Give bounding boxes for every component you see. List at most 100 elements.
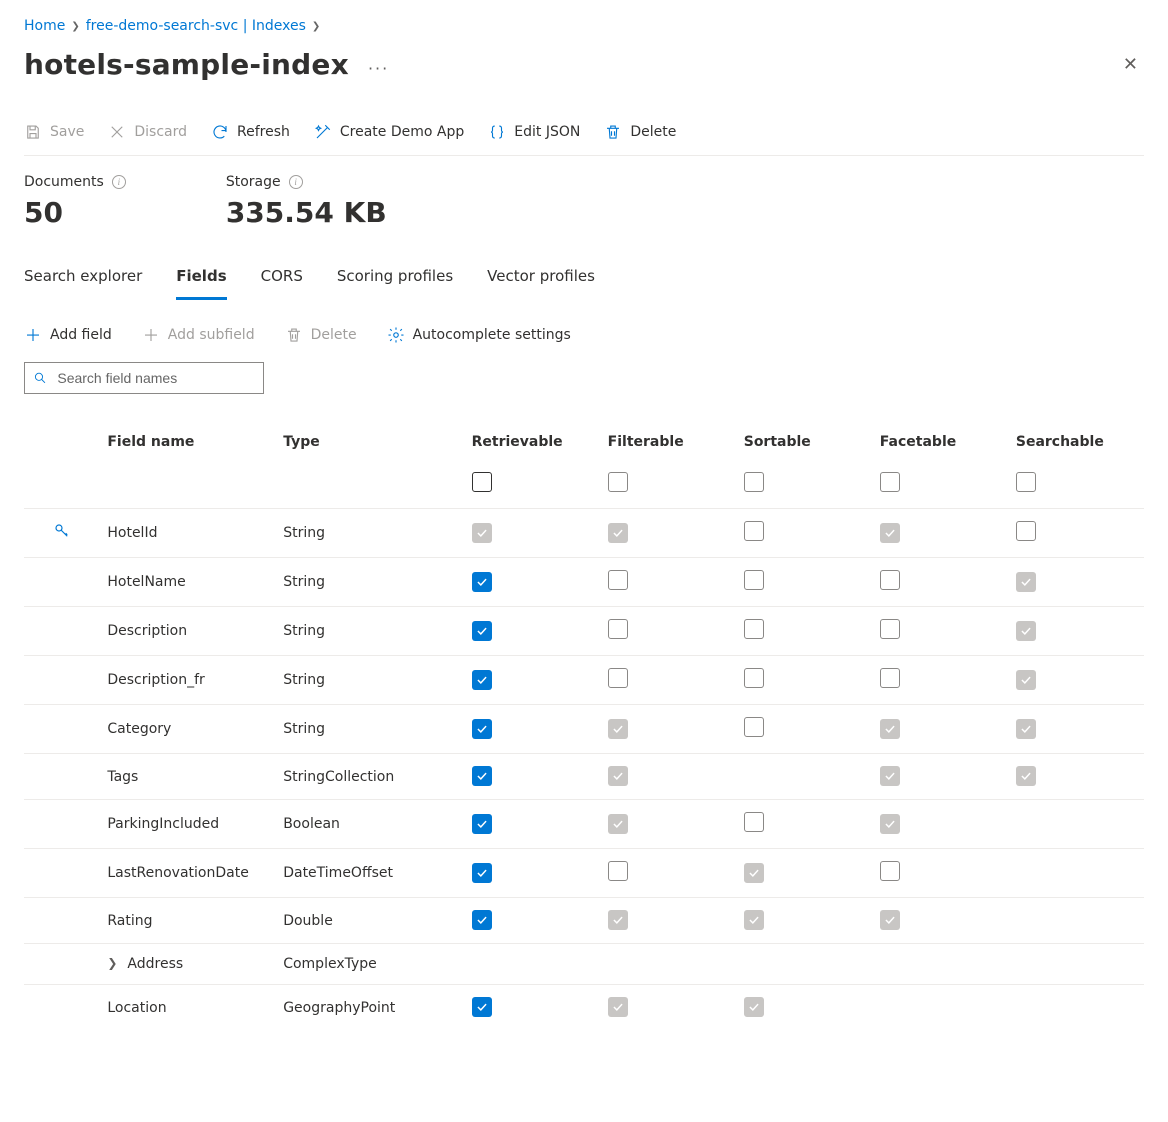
- delete-field-button[interactable]: Delete: [285, 326, 357, 344]
- search-input[interactable]: [55, 369, 255, 387]
- checkbox[interactable]: [608, 523, 628, 543]
- table-row[interactable]: HotelId String: [24, 509, 1144, 558]
- more-actions-button[interactable]: ···: [368, 59, 389, 78]
- col-field-name: Field name: [99, 422, 275, 460]
- close-icon: [108, 123, 126, 141]
- page-title: hotels-sample-index: [24, 48, 349, 81]
- autocomplete-settings-button[interactable]: Autocomplete settings: [387, 326, 571, 344]
- tab-fields[interactable]: Fields: [176, 259, 226, 300]
- checkbox[interactable]: [880, 619, 900, 639]
- checkbox[interactable]: [608, 997, 628, 1017]
- table-row[interactable]: Description_fr String: [24, 656, 1144, 705]
- checkbox[interactable]: [744, 472, 764, 492]
- checkbox[interactable]: [608, 570, 628, 590]
- save-button[interactable]: Save: [24, 123, 84, 141]
- add-field-button[interactable]: Add field: [24, 326, 112, 344]
- table-row[interactable]: ❯Address ComplexType: [24, 944, 1144, 985]
- delete-button[interactable]: Delete: [604, 123, 676, 141]
- chevron-right-icon[interactable]: ❯: [107, 956, 117, 970]
- info-icon[interactable]: i: [112, 175, 126, 189]
- checkbox[interactable]: [880, 766, 900, 786]
- checkbox[interactable]: [880, 570, 900, 590]
- add-field-label: Add field: [50, 327, 112, 343]
- checkbox[interactable]: [472, 910, 492, 930]
- checkbox[interactable]: [1016, 670, 1036, 690]
- checkbox[interactable]: [608, 766, 628, 786]
- checkbox[interactable]: [880, 814, 900, 834]
- table-row[interactable]: LastRenovationDate DateTimeOffset: [24, 849, 1144, 898]
- checkbox[interactable]: [472, 523, 492, 543]
- checkbox[interactable]: [472, 814, 492, 834]
- table-row[interactable]: Location GeographyPoint: [24, 985, 1144, 1031]
- refresh-button[interactable]: Refresh: [211, 123, 290, 141]
- checkbox[interactable]: [880, 472, 900, 492]
- checkbox[interactable]: [1016, 521, 1036, 541]
- table-row[interactable]: HotelName String: [24, 558, 1144, 607]
- tab-scoring-profiles[interactable]: Scoring profiles: [337, 259, 453, 300]
- table-row[interactable]: ParkingIncluded Boolean: [24, 800, 1144, 849]
- checkbox[interactable]: [744, 619, 764, 639]
- tab-cors[interactable]: CORS: [261, 259, 303, 300]
- checkbox[interactable]: [880, 861, 900, 881]
- checkbox[interactable]: [744, 910, 764, 930]
- info-icon[interactable]: i: [289, 175, 303, 189]
- checkbox[interactable]: [880, 668, 900, 688]
- checkbox[interactable]: [608, 472, 628, 492]
- checkbox[interactable]: [880, 523, 900, 543]
- checkbox[interactable]: [608, 861, 628, 881]
- gear-icon: [387, 326, 405, 344]
- checkbox[interactable]: [880, 719, 900, 739]
- table-row[interactable]: Description String: [24, 607, 1144, 656]
- breadcrumb-home[interactable]: Home: [24, 18, 65, 34]
- checkbox[interactable]: [472, 997, 492, 1017]
- close-button[interactable]: ✕: [1117, 48, 1144, 81]
- tab-vector-profiles[interactable]: Vector profiles: [487, 259, 595, 300]
- checkbox[interactable]: [744, 717, 764, 737]
- checkbox[interactable]: [608, 619, 628, 639]
- checkbox[interactable]: [1016, 472, 1036, 492]
- checkbox[interactable]: [608, 668, 628, 688]
- checkbox[interactable]: [472, 621, 492, 641]
- tab-search-explorer[interactable]: Search explorer: [24, 259, 142, 300]
- checkbox[interactable]: [744, 812, 764, 832]
- search-field-names[interactable]: [24, 362, 264, 394]
- field-type: String: [275, 705, 463, 754]
- checkbox[interactable]: [1016, 719, 1036, 739]
- field-type: String: [275, 558, 463, 607]
- breadcrumb: Home ❯ free-demo-search-svc | Indexes ❯: [24, 18, 1144, 34]
- autocomplete-label: Autocomplete settings: [413, 327, 571, 343]
- checkbox[interactable]: [472, 572, 492, 592]
- checkbox[interactable]: [744, 668, 764, 688]
- checkbox[interactable]: [1016, 572, 1036, 592]
- checkbox[interactable]: [744, 863, 764, 883]
- checkbox[interactable]: [472, 863, 492, 883]
- checkbox[interactable]: [472, 472, 492, 492]
- discard-button[interactable]: Discard: [108, 123, 187, 141]
- checkbox[interactable]: [1016, 766, 1036, 786]
- checkbox[interactable]: [744, 997, 764, 1017]
- checkbox[interactable]: [608, 910, 628, 930]
- checkbox[interactable]: [472, 766, 492, 786]
- checkbox[interactable]: [744, 521, 764, 541]
- table-row[interactable]: Rating Double: [24, 898, 1144, 944]
- table-row[interactable]: Tags StringCollection: [24, 754, 1144, 800]
- create-demo-app-button[interactable]: Create Demo App: [314, 123, 464, 141]
- table-row[interactable]: Category String: [24, 705, 1144, 754]
- key-icon: [53, 528, 71, 544]
- create-app-label: Create Demo App: [340, 124, 464, 140]
- field-name: Rating: [107, 913, 152, 929]
- field-type: GeographyPoint: [275, 985, 463, 1031]
- checkbox[interactable]: [608, 719, 628, 739]
- documents-value: 50: [24, 196, 126, 229]
- breadcrumb-service[interactable]: free-demo-search-svc | Indexes: [86, 18, 306, 34]
- braces-icon: [488, 123, 506, 141]
- add-subfield-button[interactable]: Add subfield: [142, 326, 255, 344]
- checkbox[interactable]: [744, 570, 764, 590]
- checkbox[interactable]: [472, 670, 492, 690]
- edit-json-button[interactable]: Edit JSON: [488, 123, 580, 141]
- checkbox[interactable]: [1016, 621, 1036, 641]
- trash-icon: [285, 326, 303, 344]
- checkbox[interactable]: [608, 814, 628, 834]
- checkbox[interactable]: [472, 719, 492, 739]
- checkbox[interactable]: [880, 910, 900, 930]
